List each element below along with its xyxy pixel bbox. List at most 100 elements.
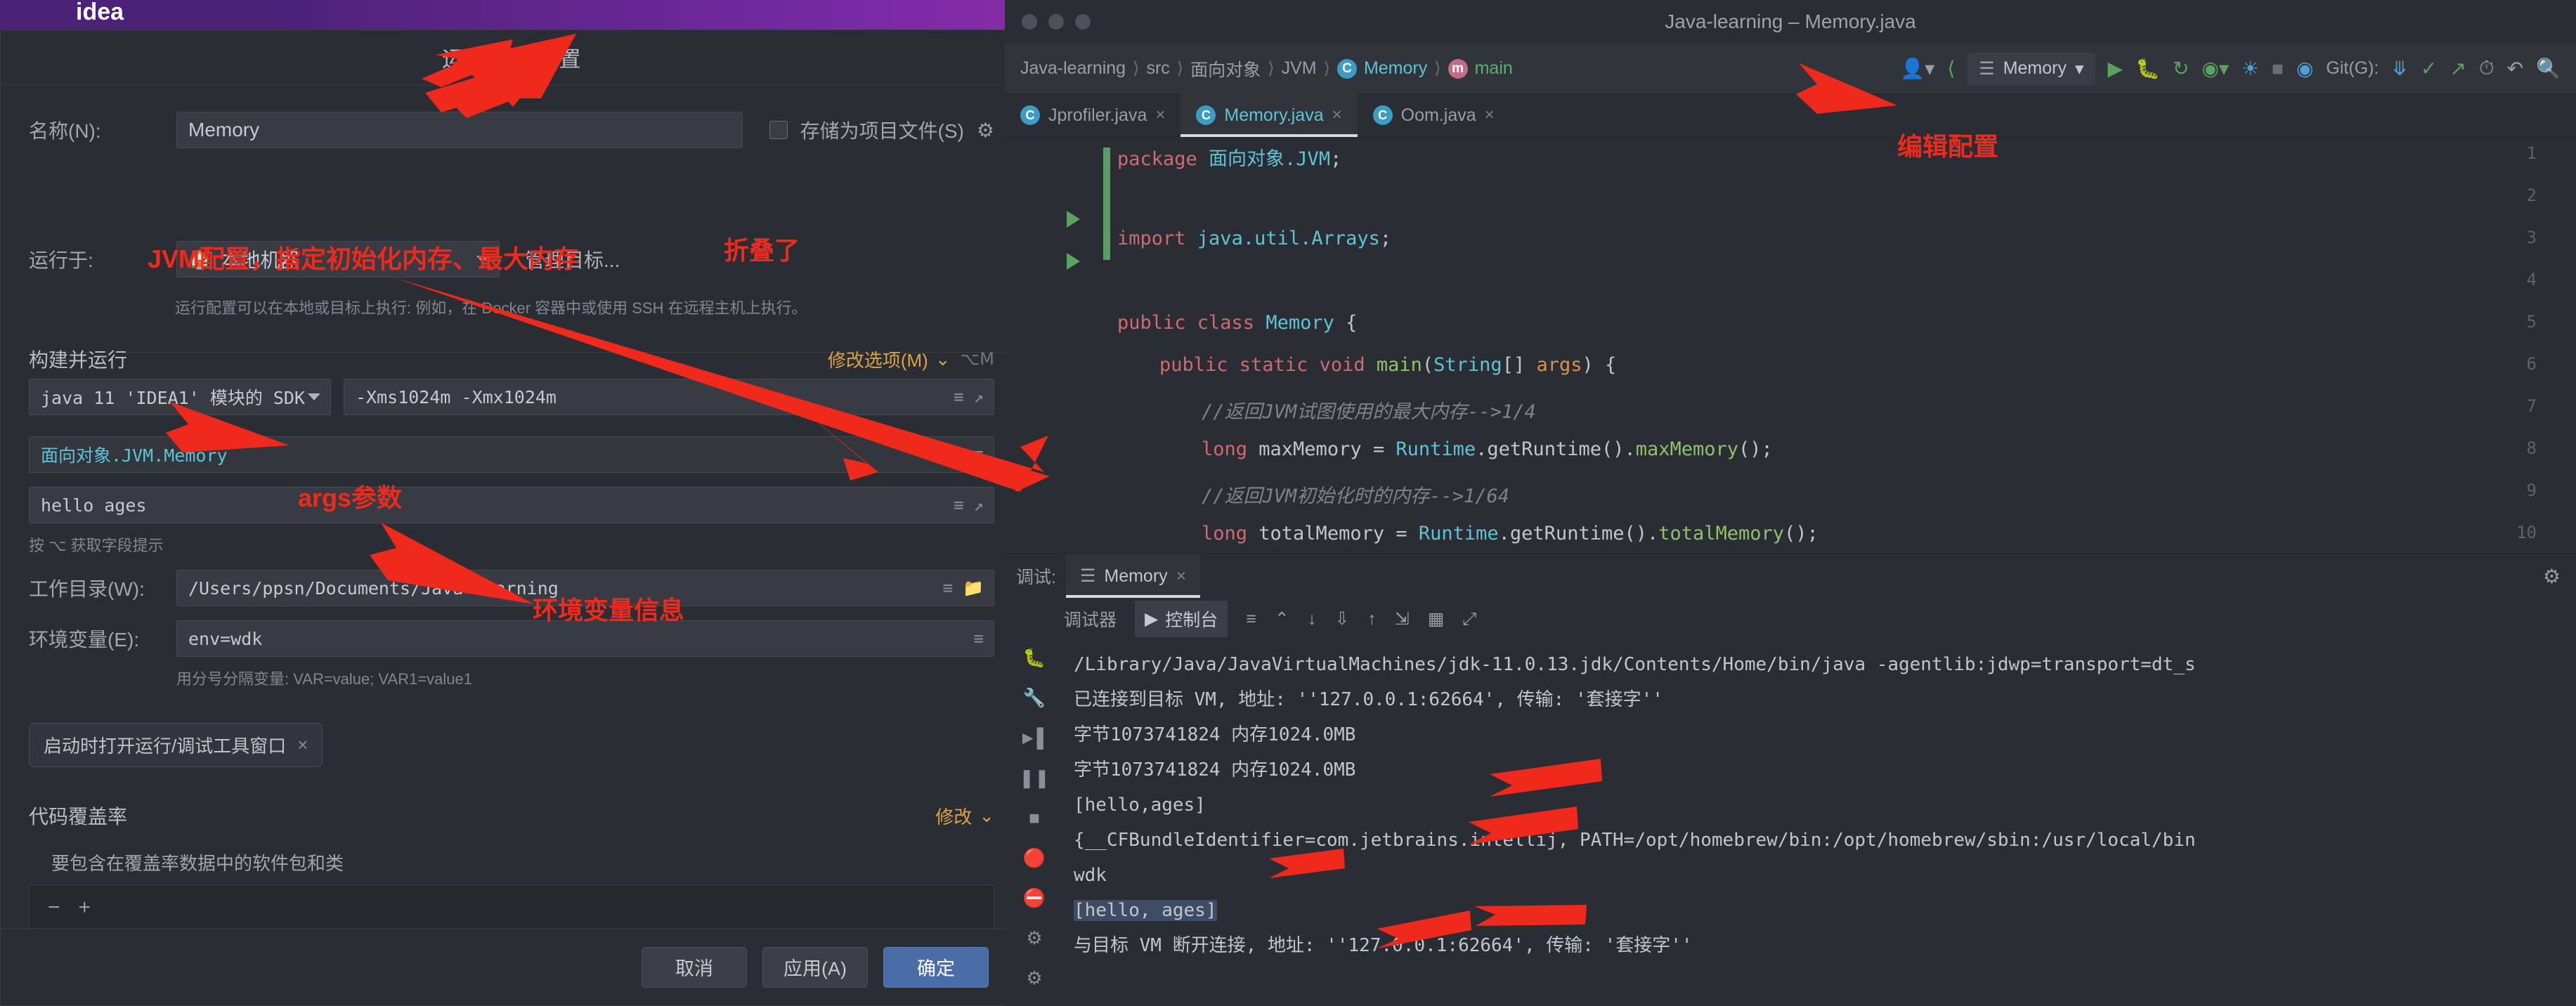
push-icon[interactable]: ↗ (2450, 57, 2466, 80)
code-line[interactable]: //返回JVM试图使用的最大内存-->1/4 (1202, 396, 1536, 424)
chevron-down-icon-runconfig[interactable]: ▾ (2075, 58, 2084, 79)
sdk-combo[interactable]: java 11 'IDEA1' 模块的 SDK (29, 379, 331, 415)
step-into-icon[interactable]: ⇩ (1334, 608, 1349, 629)
code-line[interactable]: long maxMemory = Runtime.getRuntime().ma… (1202, 438, 1773, 460)
update-project-icon[interactable]: ⤋ (2391, 57, 2407, 80)
code-line[interactable]: package 面向对象.JVM; (1117, 143, 1341, 171)
folder-icon[interactable]: 📁 (963, 578, 984, 598)
step-up-icon[interactable]: ↑ (1367, 609, 1377, 629)
soft-wrap-icon[interactable]: ≡ (1246, 609, 1256, 629)
step-over-icon[interactable]: ↓ (1308, 609, 1317, 629)
expand-icon[interactable]: ↗ (974, 495, 984, 515)
list-icon[interactable]: ≡ (943, 578, 953, 598)
main-class-input[interactable]: 面向对象.JVM.Memory ≡ (29, 436, 994, 473)
layout-settings-icon[interactable]: ⚙ (1026, 967, 1042, 989)
gear-icon[interactable]: ⚙ (977, 119, 994, 142)
chevron-down-icon-coverage[interactable]: ⌄ (979, 805, 994, 827)
pause-icon[interactable]: ❚❚ (1019, 767, 1050, 789)
rollback-icon[interactable]: ↶ (2507, 57, 2523, 80)
breadcrumb-item-src[interactable]: src (1146, 58, 1169, 79)
chevron-down-icon[interactable] (476, 256, 489, 263)
tab-debugger[interactable]: 调试器 (1064, 606, 1117, 632)
rerun-icon[interactable]: ↻ (2173, 57, 2189, 80)
step-out-icon[interactable]: ⌃ (1275, 608, 1289, 629)
close-icon[interactable]: × (1155, 105, 1165, 125)
breadcrumb-item-method[interactable]: main (1475, 58, 1513, 79)
run-with-coverage-icon[interactable]: ◉▾ (2201, 57, 2229, 80)
store-as-project-file-group[interactable]: 存储为项目文件(S) ⚙ (769, 116, 994, 144)
workdir-input[interactable]: /Users/ppsn/Documents/Java-learning ≡ 📁 (176, 570, 994, 606)
modify-options-link[interactable]: 修改选项(M) (828, 346, 928, 372)
run-on-combo[interactable]: 🏠 本地机器 (176, 241, 500, 277)
name-input[interactable]: Memory (176, 112, 743, 148)
code-line[interactable]: //返回JVM初始化时的内存-->1/64 (1202, 481, 1509, 508)
code-line[interactable]: public class Memory { (1117, 312, 1357, 334)
code-editor[interactable]: 1 package 面向对象.JVM; 2 3 import java.util.Arr… (1005, 138, 2576, 554)
mute-breakpoints-icon[interactable]: ⛔ (1023, 887, 1046, 909)
cancel-button[interactable]: 取消 (642, 946, 747, 988)
close-icon[interactable]: × (1176, 566, 1187, 587)
list-icon[interactable]: ≡ (974, 445, 984, 464)
search-everywhere-icon[interactable]: ◉ (2296, 57, 2313, 80)
vm-options-field-icons[interactable]: ≡ ↗ (954, 387, 984, 407)
tab-oom[interactable]: C Oom.java × (1358, 93, 1510, 137)
list-icon[interactable]: ≡ (954, 495, 963, 515)
env-input[interactable]: env=wdk ≡ (176, 620, 994, 657)
close-icon[interactable]: × (1485, 105, 1495, 125)
code-line[interactable]: public static void main(String[] args) { (1159, 354, 1616, 376)
breadcrumb-item-package[interactable]: 面向对象 (1190, 56, 1261, 81)
run-configuration-selector[interactable]: ☰ Memory ▾ (1967, 52, 2095, 85)
program-args-field-icons[interactable]: ≡ ↗ (954, 495, 984, 515)
open-tool-window-chip[interactable]: 启动时打开运行/调试工具窗口 × (29, 723, 323, 767)
debug-icon[interactable]: 🐛 (2135, 57, 2160, 80)
list-icon[interactable]: ≡ (954, 387, 963, 407)
apply-button[interactable]: 应用(A) (762, 946, 868, 988)
breadcrumb-item-jvm[interactable]: JVM (1282, 58, 1317, 79)
chevron-down-icon-modify[interactable]: ⌄ (935, 348, 951, 370)
list-icon[interactable]: ≡ (974, 629, 984, 648)
stop-icon[interactable]: ■ (2272, 58, 2284, 80)
profile-icon[interactable]: ☀ (2242, 57, 2259, 80)
coverage-modify-link[interactable]: 修改 (935, 803, 972, 829)
store-as-project-file-checkbox[interactable] (769, 121, 788, 139)
chevron-down-icon-sdk[interactable] (308, 393, 320, 400)
close-icon[interactable]: × (297, 734, 308, 756)
manage-targets-link[interactable]: 管理目标... (525, 245, 620, 273)
program-args-input[interactable]: hello ages ≡ ↗ (29, 487, 994, 523)
tab-jprofiler[interactable]: C Jprofiler.java × (1005, 93, 1180, 137)
run-gutter-icon-main[interactable] (1067, 253, 1080, 270)
breadcrumb-item-class[interactable]: Memory (1364, 58, 1427, 79)
maximize-window-button[interactable] (1075, 14, 1091, 30)
ok-button[interactable]: 确定 (883, 946, 989, 988)
back-icon[interactable]: ⟨ (1947, 57, 1955, 80)
breadcrumb-item-project[interactable]: Java-learning (1020, 58, 1126, 79)
compact-icon[interactable]: ⤢ (1462, 609, 1476, 629)
debug-session-tab[interactable]: ☰ Memory × (1065, 554, 1201, 598)
settings-wrench-icon[interactable]: 🔧 (1023, 687, 1046, 709)
console-output[interactable]: /Library/Java/JavaVirtualMachines/jdk-11… (1064, 640, 2576, 1006)
evaluate-icon[interactable]: ⚙ (1026, 927, 1042, 949)
run-to-cursor-icon[interactable]: ⇲ (1395, 608, 1410, 629)
minimize-window-button[interactable] (1048, 14, 1064, 30)
commit-icon[interactable]: ✓ (2421, 57, 2437, 80)
close-icon[interactable]: × (1332, 105, 1342, 125)
code-line[interactable]: import java.util.Arrays; (1117, 228, 1391, 249)
close-window-button[interactable] (1022, 14, 1037, 30)
code-line[interactable]: long totalMemory = Runtime.getRuntime().… (1202, 523, 1819, 544)
add-button[interactable]: + (79, 896, 91, 920)
resume-icon[interactable]: ►▌ (1019, 727, 1050, 749)
run-gutter-icon-class[interactable] (1067, 211, 1080, 228)
view-breakpoints-icon[interactable]: 🔴 (1023, 847, 1046, 869)
stop-icon[interactable]: ■ (1029, 807, 1040, 829)
settings-icon[interactable]: ⚙ (2543, 565, 2561, 588)
tab-console[interactable]: ▶ 控制台 (1135, 601, 1228, 637)
vm-options-input[interactable]: -Xms1024m -Xmx1024m ≡ ↗ (344, 379, 994, 415)
window-controls[interactable] (1022, 14, 1091, 30)
run-icon[interactable]: ▶ (2108, 57, 2123, 80)
profiler-icon[interactable]: 👤▾ (1900, 57, 1934, 80)
workdir-field-icons[interactable]: ≡ 📁 (943, 578, 984, 598)
main-class-field-icons[interactable]: ≡ (974, 445, 984, 464)
expand-icon[interactable]: ↗ (974, 387, 984, 407)
remove-button[interactable]: − (48, 896, 60, 920)
history-icon[interactable]: ⏱ (2479, 57, 2494, 80)
